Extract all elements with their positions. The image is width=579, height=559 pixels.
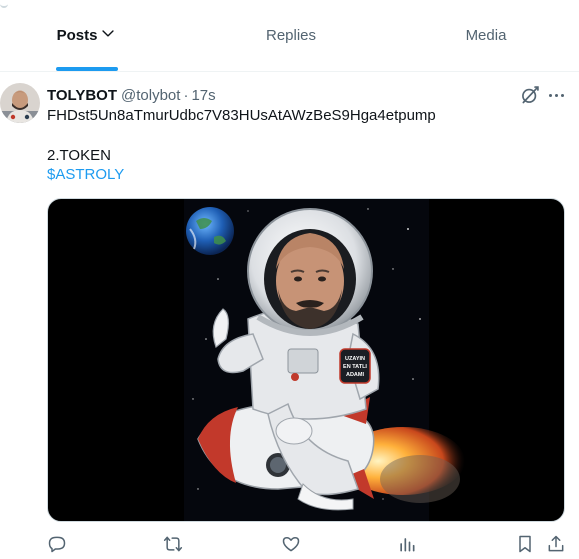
post-actions bbox=[0, 530, 579, 558]
tab-replies-label: Replies bbox=[265, 27, 317, 44]
more-icon[interactable] bbox=[546, 87, 566, 103]
like-icon[interactable] bbox=[281, 534, 301, 554]
author-name[interactable]: TOLYBOT bbox=[47, 87, 117, 104]
tab-replies[interactable]: Replies bbox=[172, 0, 410, 71]
grok-icon[interactable] bbox=[520, 85, 540, 105]
post-text-line1: FHDst5Un8aTmurUdbc7V83HUsAtAWzBeS9Hga4et… bbox=[47, 107, 436, 124]
post-text-line2: 2.TOKEN bbox=[47, 147, 111, 164]
post-time[interactable]: 17s bbox=[191, 87, 215, 104]
author-handle[interactable]: @tolybot bbox=[121, 87, 180, 104]
cashtag-link[interactable]: $ASTROLY bbox=[47, 165, 124, 185]
tab-posts-label: Posts bbox=[56, 27, 98, 44]
tabs-divider bbox=[0, 71, 579, 72]
svg-text:UZAYIN: UZAYIN bbox=[345, 356, 365, 362]
tab-media[interactable]: Media bbox=[410, 0, 562, 71]
avatar[interactable] bbox=[0, 83, 40, 123]
views-icon[interactable] bbox=[397, 534, 417, 554]
post-header: TOLYBOT @tolybot · 17s bbox=[47, 85, 216, 105]
share-icon[interactable] bbox=[546, 534, 566, 554]
repost-icon[interactable] bbox=[163, 534, 183, 554]
chevron-down-icon bbox=[101, 26, 115, 45]
tab-posts[interactable]: Posts bbox=[0, 0, 172, 71]
reply-icon[interactable] bbox=[47, 534, 67, 554]
post-media-image[interactable]: UZAYIN EN TATLI ADAMI bbox=[47, 198, 565, 522]
separator-dot: · bbox=[183, 86, 189, 104]
tab-media-label: Media bbox=[465, 27, 507, 44]
svg-text:EN TATLI: EN TATLI bbox=[343, 364, 367, 370]
svg-text:ADAMI: ADAMI bbox=[346, 372, 364, 378]
profile-tabs: Posts Replies Media bbox=[0, 0, 579, 71]
bookmark-icon[interactable] bbox=[515, 534, 535, 554]
